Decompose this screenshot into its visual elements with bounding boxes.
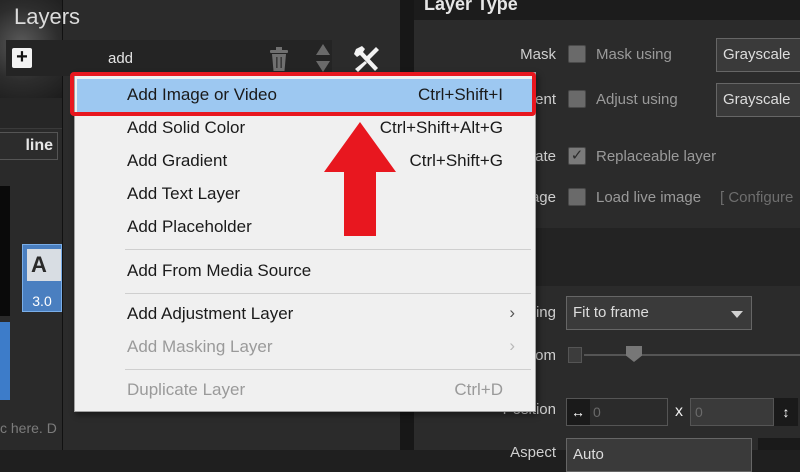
mask-checkbox-label: Mask using — [596, 46, 672, 63]
menu-item-label: Add Gradient — [127, 151, 228, 170]
track-slot-selected — [0, 322, 10, 400]
menu-item-add-gradient[interactable]: Add Gradient Ctrl+Shift+G — [77, 145, 533, 178]
layer-thumbnail-duration: 3.0 — [32, 293, 52, 309]
menu-separator — [125, 293, 531, 294]
chevron-down-icon — [731, 311, 743, 318]
add-button-label[interactable]: add — [108, 50, 133, 67]
layers-panel-title: Layers — [14, 4, 81, 29]
menu-item-label: Add Adjustment Layer — [127, 304, 294, 323]
position-y-field[interactable]: 0 — [690, 398, 774, 426]
configure-link[interactable]: [ Configure — [720, 189, 793, 206]
zoom-reset-button[interactable] — [568, 347, 582, 363]
menu-item-label: Add Solid Color — [127, 118, 246, 137]
annotation-highlight-box — [70, 72, 536, 116]
menu-item-add-placeholder[interactable]: Add Placeholder — [77, 211, 533, 244]
mask-mode-select[interactable]: Grayscale — [716, 38, 800, 72]
adjust-mode-select[interactable]: Grayscale — [716, 83, 800, 117]
adjust-checkbox-label: Adjust using — [596, 91, 678, 108]
hint-text: c here. D — [0, 420, 57, 436]
aspect-arrows-icon[interactable] — [758, 438, 800, 450]
layer-thumbnail[interactable]: A 3.0 — [22, 244, 62, 312]
properties-title: Layer Type — [424, 0, 518, 14]
position-x-field[interactable]: 0 — [566, 398, 668, 426]
add-layer-menu: Add Image or Video Ctrl+Shift+I Add Soli… — [74, 72, 536, 412]
left-band — [0, 98, 62, 129]
tools-icon[interactable] — [352, 44, 382, 74]
replaceable-checkbox-label: Replaceable layer — [596, 148, 717, 165]
chevron-right-icon: › — [509, 303, 515, 322]
menu-separator — [125, 369, 531, 370]
zoom-slider-track[interactable] — [584, 354, 800, 356]
replaceable-checkbox[interactable]: ✓ — [568, 147, 586, 165]
adjust-checkbox[interactable] — [568, 90, 586, 108]
mask-checkbox[interactable] — [568, 45, 586, 63]
track-slot — [0, 186, 10, 316]
menu-item-add-text-layer[interactable]: Add Text Layer — [77, 178, 533, 211]
menu-item-label: Add Text Layer — [127, 184, 241, 203]
menu-item-add-masking-layer: Add Masking Layer › — [77, 331, 533, 364]
trash-icon[interactable] — [268, 46, 290, 72]
layer-thumbnail-glyph: A — [27, 249, 61, 281]
menu-item-label: Add Masking Layer — [127, 337, 273, 356]
menu-item-add-from-media-source[interactable]: Add From Media Source — [77, 255, 533, 288]
scaling-select-value: Fit to frame — [573, 304, 649, 321]
menu-item-label: Add Placeholder — [127, 217, 252, 236]
tab-timeline-label: line — [25, 137, 53, 154]
mask-label: Mask — [520, 46, 556, 63]
scaling-select[interactable]: Fit to frame — [566, 296, 752, 330]
plus-icon[interactable]: + — [12, 47, 32, 68]
menu-item-duplicate-layer: Duplicate Layer Ctrl+D — [77, 374, 533, 407]
annotation-arrow-up-icon — [324, 122, 396, 236]
live-image-checkbox-label: Load live image — [596, 189, 702, 206]
menu-item-label: Add From Media Source — [127, 261, 312, 280]
menu-item-add-adjustment-layer[interactable]: Add Adjustment Layer › — [77, 298, 533, 331]
menu-item-shortcut: Ctrl+Shift+Alt+G — [379, 118, 503, 137]
move-updown-icon[interactable] — [314, 42, 332, 74]
menu-item-shortcut: Ctrl+Shift+G — [409, 151, 503, 170]
menu-item-add-solid-color[interactable]: Add Solid Color Ctrl+Shift+Alt+G — [77, 112, 533, 145]
menu-item-label: Duplicate Layer — [127, 380, 246, 399]
live-image-checkbox[interactable] — [568, 188, 586, 206]
tab-timeline[interactable]: line — [0, 132, 58, 160]
position-separator: x — [675, 403, 683, 420]
aspect-label: Aspect — [510, 444, 556, 461]
menu-item-shortcut: Ctrl+D — [454, 380, 503, 399]
menu-separator — [125, 249, 531, 250]
chevron-right-icon: › — [509, 336, 515, 355]
aspect-select[interactable]: Auto — [566, 438, 752, 472]
vertical-arrows-icon[interactable]: ↕ — [774, 398, 798, 426]
